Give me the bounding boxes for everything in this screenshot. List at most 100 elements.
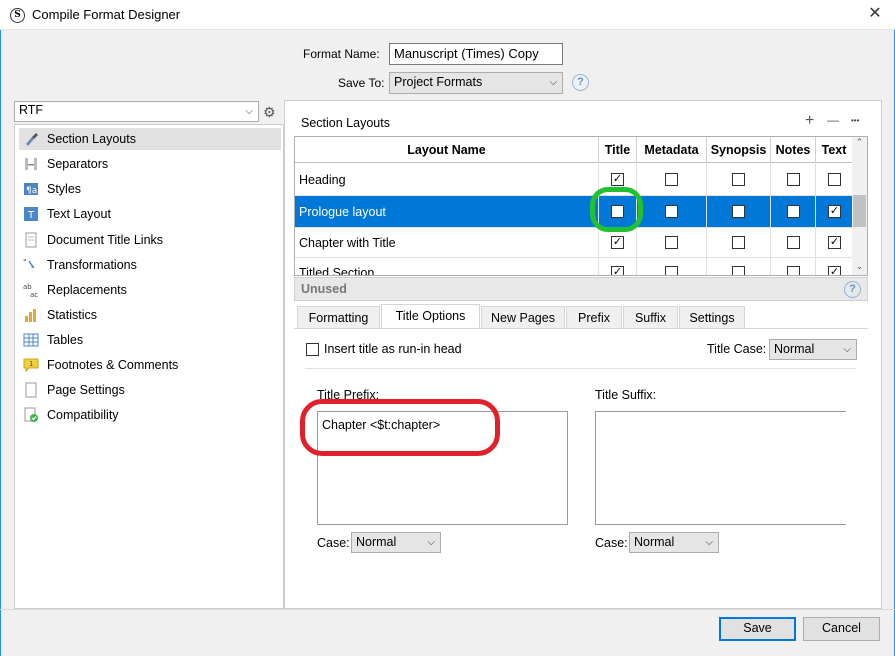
sidebar-item-statistics[interactable]: Statistics [19, 304, 281, 326]
help-icon[interactable]: ? [572, 74, 589, 91]
sidebar-item-page-settings[interactable]: Page Settings [19, 379, 281, 401]
layout-notes-checkbox[interactable] [787, 236, 800, 249]
layout-synopsis-checkbox[interactable] [732, 173, 745, 186]
footer-divider [0, 609, 895, 610]
chevron-down-icon: ⌵ [705, 537, 713, 548]
check-cell [771, 228, 816, 257]
separator-icon [25, 158, 37, 170]
col-header-title[interactable]: Title [599, 137, 637, 163]
chevron-down-icon: ⌵ [549, 77, 557, 88]
output-format-select[interactable]: RTF ⌵ [14, 101, 259, 122]
layout-text-checkbox[interactable] [828, 173, 841, 186]
save-to-label: Save To: [338, 76, 385, 90]
unused-label: Unused [301, 282, 347, 296]
layout-metadata-checkbox[interactable] [665, 205, 678, 218]
check-cell: ✓ [599, 258, 637, 275]
sidebar-item-styles[interactable]: ¶a Styles [19, 178, 281, 200]
table-row[interactable]: Chapter with Title ✓ ✓ [295, 228, 853, 258]
table-scrollbar[interactable]: ⌃ ⌄ [852, 137, 867, 275]
col-header-text[interactable]: Text [816, 137, 853, 163]
close-icon[interactable]: ✕ [860, 1, 890, 27]
layout-metadata-checkbox[interactable] [665, 236, 678, 249]
add-layout-button[interactable]: + [805, 112, 814, 130]
col-header-synopsis[interactable]: Synopsis [707, 137, 771, 163]
col-header-layout-name[interactable]: Layout Name [295, 137, 599, 163]
col-header-metadata[interactable]: Metadata [637, 137, 707, 163]
gear-icon[interactable]: ⚙ [263, 104, 276, 121]
layout-title-checkbox[interactable]: ✓ [611, 236, 624, 249]
sidebar-item-transformations[interactable]: " " Transformations [19, 254, 281, 276]
sidebar-item-compatibility[interactable]: Compatibility [19, 404, 281, 426]
layout-title-checkbox[interactable]: ✓ [611, 173, 624, 186]
compat-icon [24, 407, 38, 422]
tab-formatting[interactable]: Formatting [297, 306, 380, 328]
save-button[interactable]: Save [719, 617, 796, 641]
scroll-down-icon[interactable]: ⌄ [852, 261, 867, 274]
layout-title-checkbox[interactable]: ✓ [611, 266, 624, 275]
tab-suffix[interactable]: Suffix [623, 306, 678, 328]
cancel-button[interactable]: Cancel [803, 617, 880, 641]
scroll-thumb[interactable] [853, 195, 866, 227]
table-row[interactable]: Titled Section ✓ ✓ [295, 258, 853, 275]
options-divider [305, 368, 856, 369]
run-in-head-checkbox[interactable] [306, 343, 319, 356]
layout-text-checkbox[interactable]: ✓ [828, 205, 841, 218]
table-icon [23, 333, 39, 347]
layout-synopsis-checkbox[interactable] [732, 266, 745, 275]
layout-synopsis-checkbox[interactable] [732, 236, 745, 249]
check-cell: ✓ [599, 228, 637, 257]
output-format-value: RTF [19, 103, 44, 117]
prefix-case-select[interactable]: Normal ⌵ [351, 532, 441, 553]
run-in-head-label: Insert title as run-in head [324, 342, 462, 356]
layout-name-cell[interactable]: Titled Section [295, 258, 599, 275]
title-bar: S Compile Format Designer ✕ [0, 0, 895, 30]
tab-settings[interactable]: Settings [679, 306, 745, 328]
sidebar-item-replacements[interactable]: ab ac Replacements [19, 279, 281, 301]
sidebar-item-document-title-links[interactable]: Document Title Links [19, 229, 281, 251]
svg-text:¶a: ¶a [26, 186, 37, 196]
layout-name-cell[interactable]: Prologue layout [295, 196, 599, 227]
layout-text-checkbox[interactable]: ✓ [828, 236, 841, 249]
layout-notes-checkbox[interactable] [787, 266, 800, 275]
sidebar-item-section-layouts[interactable]: Section Layouts [19, 128, 281, 150]
unused-bar[interactable]: Unused ? [294, 277, 868, 301]
page-icon [25, 382, 37, 398]
save-to-select[interactable]: Project Formats ⌵ [389, 72, 563, 94]
layout-name-cell[interactable]: Chapter with Title [295, 228, 599, 257]
title-case-select[interactable]: Normal ⌵ [769, 339, 857, 360]
title-suffix-textarea[interactable] [595, 411, 846, 525]
green-highlight-annotation [590, 187, 643, 232]
tab-prefix[interactable]: Prefix [566, 306, 622, 328]
tab-new-pages[interactable]: New Pages [481, 306, 565, 328]
layout-metadata-checkbox[interactable] [665, 173, 678, 186]
layout-name-cell[interactable]: Heading [295, 164, 599, 195]
sidebar-item-tables[interactable]: Tables [19, 329, 281, 351]
check-cell [637, 164, 707, 195]
table-row[interactable]: Heading ✓ [295, 164, 853, 196]
remove-layout-button[interactable]: — [827, 113, 839, 127]
prefix-case-label: Case: [317, 536, 350, 550]
sidebar-item-separators[interactable]: Separators [19, 153, 281, 175]
more-options-button[interactable]: ••• [851, 116, 859, 125]
layout-synopsis-checkbox[interactable] [732, 205, 745, 218]
check-cell [771, 164, 816, 195]
comment-icon: 1 [23, 358, 39, 373]
help-icon[interactable]: ? [844, 281, 861, 298]
scroll-up-icon[interactable]: ⌃ [852, 137, 867, 150]
transform-icon: "" [23, 258, 35, 273]
check-cell [707, 164, 771, 195]
tab-title-options[interactable]: Title Options [381, 304, 480, 329]
sidebar-item-text-layout[interactable]: T Text Layout [19, 203, 281, 225]
check-cell: ✓ [816, 258, 853, 275]
suffix-case-select[interactable]: Normal ⌵ [629, 532, 719, 553]
layout-notes-checkbox[interactable] [787, 205, 800, 218]
layout-text-checkbox[interactable]: ✓ [828, 266, 841, 275]
layout-metadata-checkbox[interactable] [665, 266, 678, 275]
table-row[interactable]: Prologue layout ✓ [295, 196, 853, 228]
layout-notes-checkbox[interactable] [787, 173, 800, 186]
bar-chart-icon [25, 309, 36, 322]
format-name-input[interactable]: Manuscript (Times) Copy [389, 43, 563, 65]
sidebar-item-footnotes-comments[interactable]: 1 Footnotes & Comments [19, 354, 281, 376]
document-links-icon [25, 232, 37, 248]
col-header-notes[interactable]: Notes [771, 137, 816, 163]
